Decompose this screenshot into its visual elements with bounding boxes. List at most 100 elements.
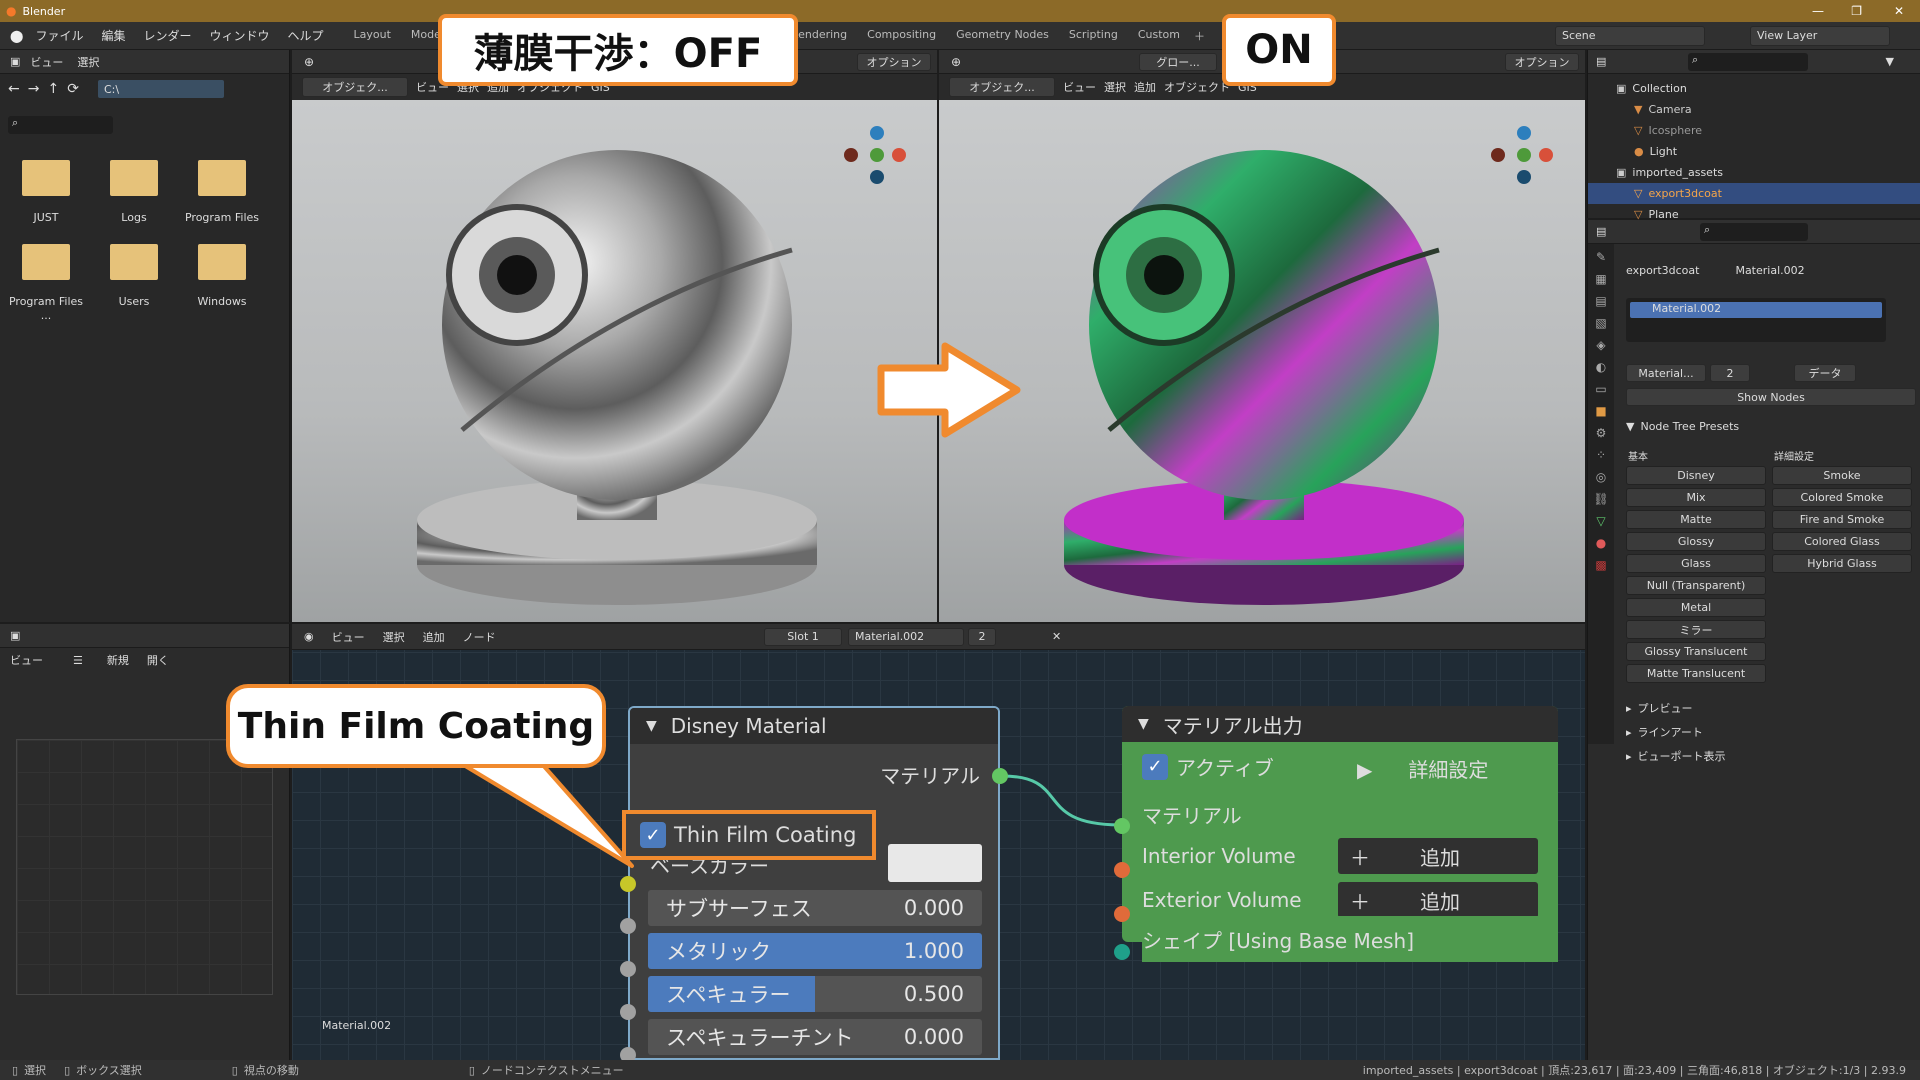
editor-type-icon[interactable]: ▣ [10,55,20,68]
add-workspace-icon[interactable]: ＋ [1194,28,1205,44]
menu-icon[interactable]: ☰ [73,654,83,667]
filter-icon[interactable]: ▼ [1886,55,1894,68]
preset-mix[interactable]: Mix [1626,488,1766,507]
tab-layout[interactable]: Layout [354,28,391,44]
presets-section-header[interactable]: ▼ Node Tree Presets [1626,420,1739,433]
ie-menu-view[interactable]: ビュー [10,652,43,668]
outliner-row[interactable]: ▣ Collection [1588,78,1920,99]
menu-render[interactable]: レンダー [143,27,191,44]
scene-selector[interactable]: Scene [1555,25,1705,46]
tab-compositing[interactable]: Compositing [867,28,936,44]
thin-film-checkbox[interactable]: ✓ Thin Film Coating [622,810,876,860]
material-input-socket[interactable] [1114,818,1130,834]
specular-tint-field[interactable]: スペキュラーチント 0.000 [648,1019,982,1055]
folder-item[interactable]: Program Files ... [2,244,90,322]
particles-tab-icon[interactable]: ⁘ [1596,448,1606,462]
menu-file[interactable]: ファイル [35,27,83,44]
exterior-add-button[interactable]: ＋追加 [1338,882,1538,918]
material-output-node[interactable]: ▼ マテリアル出力 ✓ アクティブ ▶ 詳細設定 マテリアル Interior Vo… [1122,706,1558,942]
modifier-tab-icon[interactable]: ⚙ [1596,426,1607,440]
fb-search-input[interactable]: ⌕ [8,116,113,134]
interior-add-button[interactable]: ＋追加 [1338,838,1538,874]
preset-mirror[interactable]: ミラー [1626,620,1766,639]
preset-null[interactable]: Null (Transparent) [1626,576,1766,595]
collapse-icon[interactable]: ▼ [1138,716,1149,732]
exterior-volume-socket[interactable] [1114,906,1130,922]
preset-smoke[interactable]: Smoke [1772,466,1912,485]
preset-colored-smoke[interactable]: Colored Smoke [1772,488,1912,507]
material-users-count[interactable]: 2 [1710,364,1750,382]
navigation-gizmo[interactable] [1487,120,1557,190]
preset-glass[interactable]: Glass [1626,554,1766,573]
ie-new-button[interactable]: 新規 [107,652,129,668]
path-field[interactable]: C:\ [96,79,225,99]
interior-volume-socket[interactable] [1114,862,1130,878]
folder-item[interactable]: Windows [178,244,266,322]
texture-tab-icon[interactable]: ▩ [1595,558,1606,572]
section-preview[interactable]: ▸ プレビュー [1626,700,1693,716]
constraints-tab-icon[interactable]: ⛓ [1593,492,1608,506]
editor-type-icon[interactable]: ⊕ [951,55,961,69]
minimize-icon[interactable]: — [1812,4,1824,18]
folder-item[interactable]: JUST [2,160,90,224]
outliner-row[interactable]: ● Light [1588,141,1920,162]
subsurface-socket[interactable] [620,918,636,934]
world-tab-icon[interactable]: ◐ [1596,360,1606,374]
menu-help[interactable]: ヘルプ [288,27,324,44]
preset-disney[interactable]: Disney [1626,466,1766,485]
preset-matte-translucent[interactable]: Matte Translucent [1626,664,1766,683]
advanced-toggle[interactable]: ▶ 詳細設定 [1357,754,1488,783]
disney-material-node[interactable]: ▼ Disney Material マテリアル ベースカラー サブサーフェス 0.0… [628,706,1000,1060]
specular-socket[interactable] [620,1004,636,1020]
material-slot-item[interactable]: Material.002 [1630,302,1882,318]
object-mode-dropdown[interactable]: オブジェク... [949,77,1055,97]
section-viewport-display[interactable]: ▸ ビューポート表示 [1626,748,1726,764]
base-color-swatch[interactable] [888,844,982,882]
vp-menu-object[interactable]: オブジェクト [1164,79,1230,95]
link-dropdown[interactable]: データ [1794,364,1856,382]
tab-custom[interactable]: Custom [1138,28,1180,44]
data-tab-icon[interactable]: ▽ [1596,514,1605,528]
editor-type-icon[interactable]: ⊕ [304,55,314,69]
node-title-bar[interactable]: ▼ マテリアル出力 [1122,706,1558,742]
global-dropdown[interactable]: グロー... [1139,52,1217,71]
tab-rendering[interactable]: Rendering [791,28,847,44]
vp-menu-add[interactable]: 追加 [1134,79,1156,95]
render-tab-icon[interactable]: ▦ [1595,272,1606,286]
fb-menu-view[interactable]: ビュー [30,54,63,70]
preset-glossy-translucent[interactable]: Glossy Translucent [1626,642,1766,661]
physics-tab-icon[interactable]: ◎ [1596,470,1606,484]
section-lineart[interactable]: ▸ ラインアート [1626,724,1703,740]
specular-field[interactable]: スペキュラー 0.500 [648,976,982,1012]
properties-search[interactable]: ⌕ [1700,222,1808,241]
outliner-row[interactable]: ▣ imported_assets [1588,162,1920,183]
preset-hybrid-glass[interactable]: Hybrid Glass [1772,554,1912,573]
navigation-gizmo[interactable] [840,120,910,190]
folder-item[interactable]: Program Files [178,160,266,224]
tab-scripting[interactable]: Scripting [1069,28,1118,44]
scene-tab-icon[interactable]: ◈ [1596,338,1605,352]
preset-metal[interactable]: Metal [1626,598,1766,617]
image-canvas[interactable] [16,739,273,995]
subsurface-field[interactable]: サブサーフェス 0.000 [648,890,982,926]
parent-dir-icon[interactable]: ↑ [47,81,59,97]
vp-menu-select[interactable]: 選択 [1104,79,1126,95]
menu-window[interactable]: ウィンドウ [209,27,269,44]
preset-matte[interactable]: Matte [1626,510,1766,529]
shape-socket[interactable] [1114,944,1130,960]
view-layer-tab-icon[interactable]: ▧ [1595,316,1606,330]
tool-tab-icon[interactable]: ✎ [1596,250,1606,264]
collapse-icon[interactable]: ▼ [646,718,657,734]
maximize-icon[interactable]: ❐ [1851,4,1862,18]
preset-fire-and-smoke[interactable]: Fire and Smoke [1772,510,1912,529]
fb-menu-select[interactable]: 選択 [77,54,99,70]
options-dropdown[interactable]: オプション [857,52,931,71]
base-color-socket[interactable] [620,876,636,892]
view-layer-selector[interactable]: View Layer [1750,25,1890,46]
preset-colored-glass[interactable]: Colored Glass [1772,532,1912,551]
outliner-search[interactable]: ⌕ [1688,52,1808,71]
metallic-socket[interactable] [620,961,636,977]
show-nodes-button[interactable]: Show Nodes [1626,388,1916,406]
material-tab-icon[interactable]: ● [1596,536,1606,550]
folder-item[interactable]: Users [90,244,178,322]
